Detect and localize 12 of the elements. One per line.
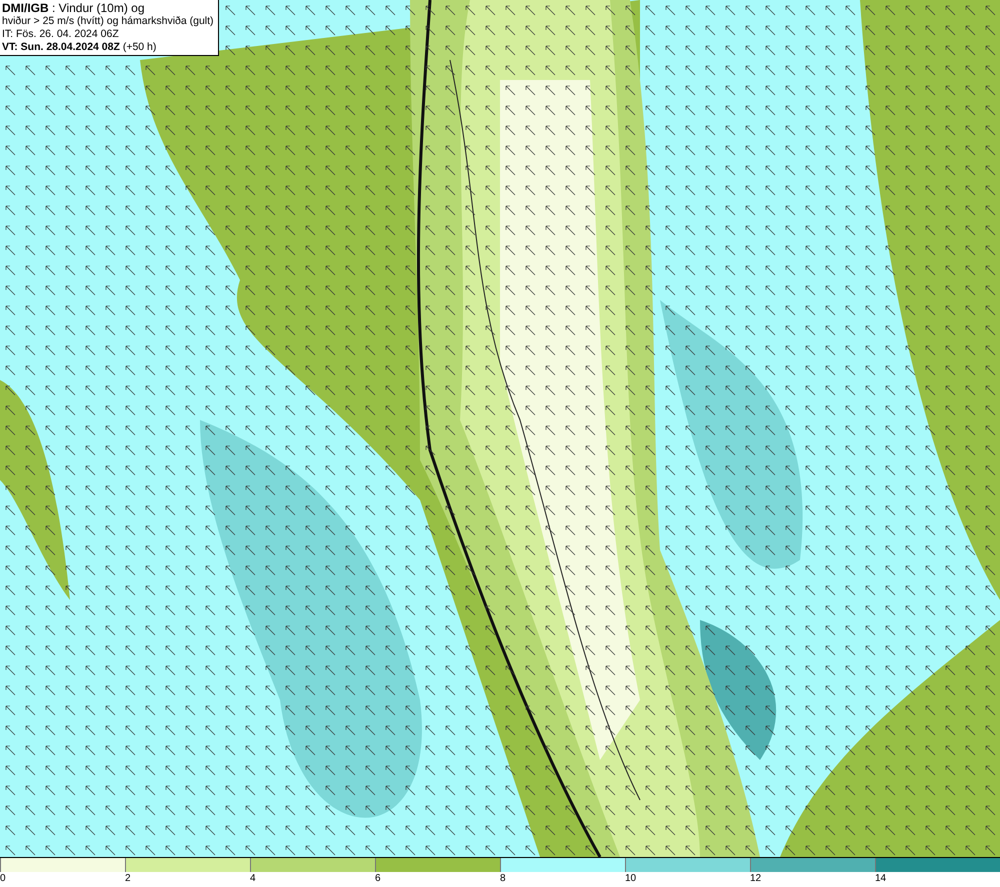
legend-label: 4: [250, 872, 256, 885]
title-line: IT: Fös. 26. 04. 2024 06Z: [2, 28, 120, 41]
title-line: DMI/IGB : Vindur (10m) og: [2, 2, 146, 15]
title-line: VT: Sun. 28.04.2024 08Z (+50 h): [2, 41, 158, 54]
title-line: hviður > 25 m/s (hvítt) og hámarkshviða (gult): [2, 15, 214, 28]
legend-label: 10: [625, 872, 636, 885]
legend-label: 14: [875, 872, 886, 885]
legend-label: 6: [375, 872, 381, 885]
legend-label: 0: [0, 872, 6, 885]
legend-label: 12: [750, 872, 762, 885]
legend-label: 8: [500, 872, 506, 885]
legend-label: 2: [125, 872, 131, 885]
